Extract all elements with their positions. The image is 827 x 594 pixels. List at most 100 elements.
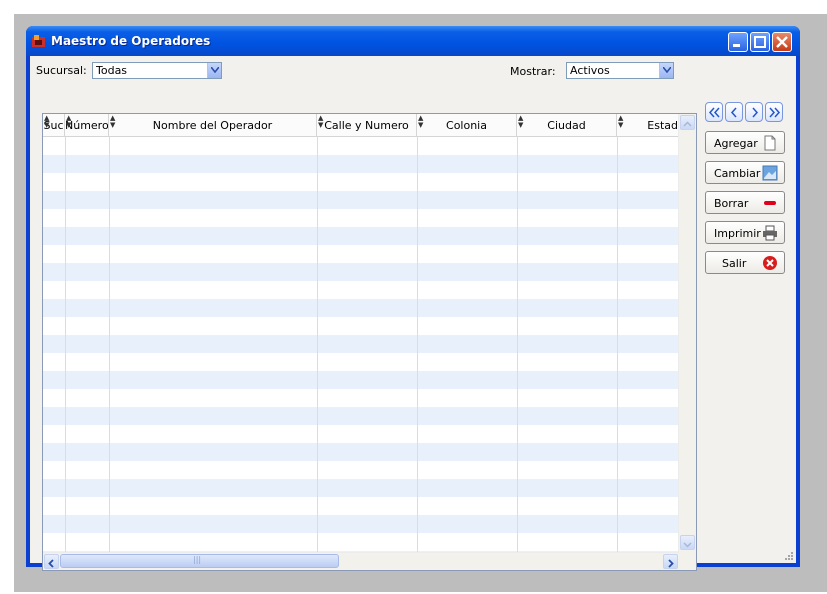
column-label: Nombre del Operador <box>152 119 273 132</box>
resize-grip-icon[interactable] <box>784 551 794 561</box>
maximize-icon <box>754 36 766 48</box>
table-row[interactable] <box>43 317 679 335</box>
double-chevron-right-icon <box>769 107 781 118</box>
mostrar-dropdown-button[interactable] <box>659 63 673 78</box>
chevron-left-icon <box>730 107 737 118</box>
table-row[interactable] <box>43 443 679 461</box>
table-row[interactable] <box>43 137 679 155</box>
column-header-suc[interactable]: ▲ ▼ Suc <box>43 114 65 136</box>
mostrar-value: Activos <box>570 64 610 77</box>
column-separator <box>617 137 618 553</box>
salir-button[interactable]: Salir <box>705 251 785 274</box>
chevron-right-icon <box>668 559 674 568</box>
table-row[interactable] <box>43 515 679 533</box>
window-client: Sucursal: Todas Mostrar: Activos ▲ ▼ Suc ▲… <box>30 56 796 571</box>
sort-icon: ▲ ▼ <box>66 114 72 129</box>
grid-header: ▲ ▼ Suc ▲ ▼ Número ▲ ▼ Nombre del Operador ▲ ▼ C… <box>43 114 679 137</box>
borrar-button[interactable]: Borrar <box>705 191 785 214</box>
nav-first-button[interactable] <box>705 102 723 122</box>
column-header-nombre[interactable]: ▲ ▼ Nombre del Operador <box>109 114 317 136</box>
table-row[interactable] <box>43 425 679 443</box>
table-row[interactable] <box>43 281 679 299</box>
column-header-colonia[interactable]: ▲ ▼ Colonia <box>417 114 517 136</box>
table-row[interactable] <box>43 263 679 281</box>
sort-icon: ▲ ▼ <box>418 114 424 129</box>
horizontal-scroll-thumb[interactable]: ||| <box>60 554 339 568</box>
new-document-icon <box>764 135 776 151</box>
table-row[interactable] <box>43 173 679 191</box>
sort-icon: ▲ ▼ <box>618 114 624 129</box>
minus-icon <box>764 201 776 205</box>
edit-image-icon <box>762 165 778 181</box>
exit-icon <box>763 256 777 270</box>
table-row[interactable] <box>43 299 679 317</box>
column-label: Número <box>65 119 109 132</box>
table-row[interactable] <box>43 461 679 479</box>
main-window: Maestro de Operadores Sucursal: Todas Mo… <box>26 26 800 571</box>
close-icon <box>776 36 788 48</box>
borrar-label: Borrar <box>714 197 749 210</box>
chevron-up-icon <box>683 121 692 127</box>
cambiar-button[interactable]: Cambiar <box>705 161 785 184</box>
mostrar-label: Mostrar: <box>510 65 556 78</box>
chevron-down-icon <box>211 67 219 73</box>
column-label: Calle y Numero <box>324 119 409 132</box>
grid-body[interactable] <box>43 137 679 553</box>
column-header-numero[interactable]: ▲ ▼ Número <box>65 114 109 136</box>
maximize-button[interactable] <box>750 32 770 52</box>
close-button[interactable] <box>772 32 792 52</box>
nav-prev-button[interactable] <box>725 102 743 122</box>
chevron-right-icon <box>752 107 759 118</box>
minimize-icon <box>733 44 740 47</box>
column-separator <box>317 137 318 553</box>
vertical-scrollbar[interactable] <box>678 114 696 553</box>
scroll-down-button[interactable] <box>680 535 695 550</box>
chevron-down-icon <box>663 67 671 73</box>
table-row[interactable] <box>43 389 679 407</box>
title-bar[interactable]: Maestro de Operadores <box>26 26 800 56</box>
table-row[interactable] <box>43 497 679 515</box>
agregar-label: Agregar <box>714 137 758 150</box>
chevron-left-icon <box>48 559 54 568</box>
table-row[interactable] <box>43 407 679 425</box>
column-label: Colonia <box>446 119 487 132</box>
table-row[interactable] <box>43 191 679 209</box>
table-row[interactable] <box>43 533 679 551</box>
column-separator <box>109 137 110 553</box>
table-row[interactable] <box>43 209 679 227</box>
table-row[interactable] <box>43 479 679 497</box>
scroll-left-button[interactable] <box>44 554 59 569</box>
nav-next-button[interactable] <box>745 102 763 122</box>
column-separator <box>65 137 66 553</box>
printer-icon <box>763 225 777 241</box>
scroll-up-button[interactable] <box>680 115 695 130</box>
agregar-button[interactable]: Agregar <box>705 131 785 154</box>
scroll-right-button[interactable] <box>663 554 678 569</box>
scroll-corner <box>679 553 696 570</box>
minimize-button[interactable] <box>728 32 748 52</box>
column-label: Estad <box>647 119 678 132</box>
column-header-estado[interactable]: ▲ ▼ Estad <box>617 114 679 136</box>
sucursal-select[interactable]: Todas <box>92 62 222 79</box>
horizontal-scrollbar[interactable]: ||| <box>43 552 679 570</box>
sort-icon: ▲ ▼ <box>110 114 116 129</box>
mostrar-select[interactable]: Activos <box>566 62 674 79</box>
sort-icon: ▲ ▼ <box>318 114 324 129</box>
table-row[interactable] <box>43 227 679 245</box>
double-chevron-left-icon <box>708 107 720 118</box>
sucursal-dropdown-button[interactable] <box>207 63 221 78</box>
sucursal-label: Sucursal: <box>36 64 87 77</box>
scroll-grip: ||| <box>193 555 202 564</box>
column-separator <box>417 137 418 553</box>
table-row[interactable] <box>43 335 679 353</box>
table-row[interactable] <box>43 155 679 173</box>
column-header-ciudad[interactable]: ▲ ▼ Ciudad <box>517 114 617 136</box>
table-row[interactable] <box>43 371 679 389</box>
table-row[interactable] <box>43 353 679 371</box>
operators-grid[interactable]: ▲ ▼ Suc ▲ ▼ Número ▲ ▼ Nombre del Operador ▲ ▼ C… <box>42 113 697 571</box>
sort-icon: ▲ ▼ <box>518 114 524 129</box>
nav-last-button[interactable] <box>765 102 783 122</box>
table-row[interactable] <box>43 245 679 263</box>
imprimir-button[interactable]: Imprimir <box>705 221 785 244</box>
column-header-calle[interactable]: ▲ ▼ Calle y Numero <box>317 114 417 136</box>
